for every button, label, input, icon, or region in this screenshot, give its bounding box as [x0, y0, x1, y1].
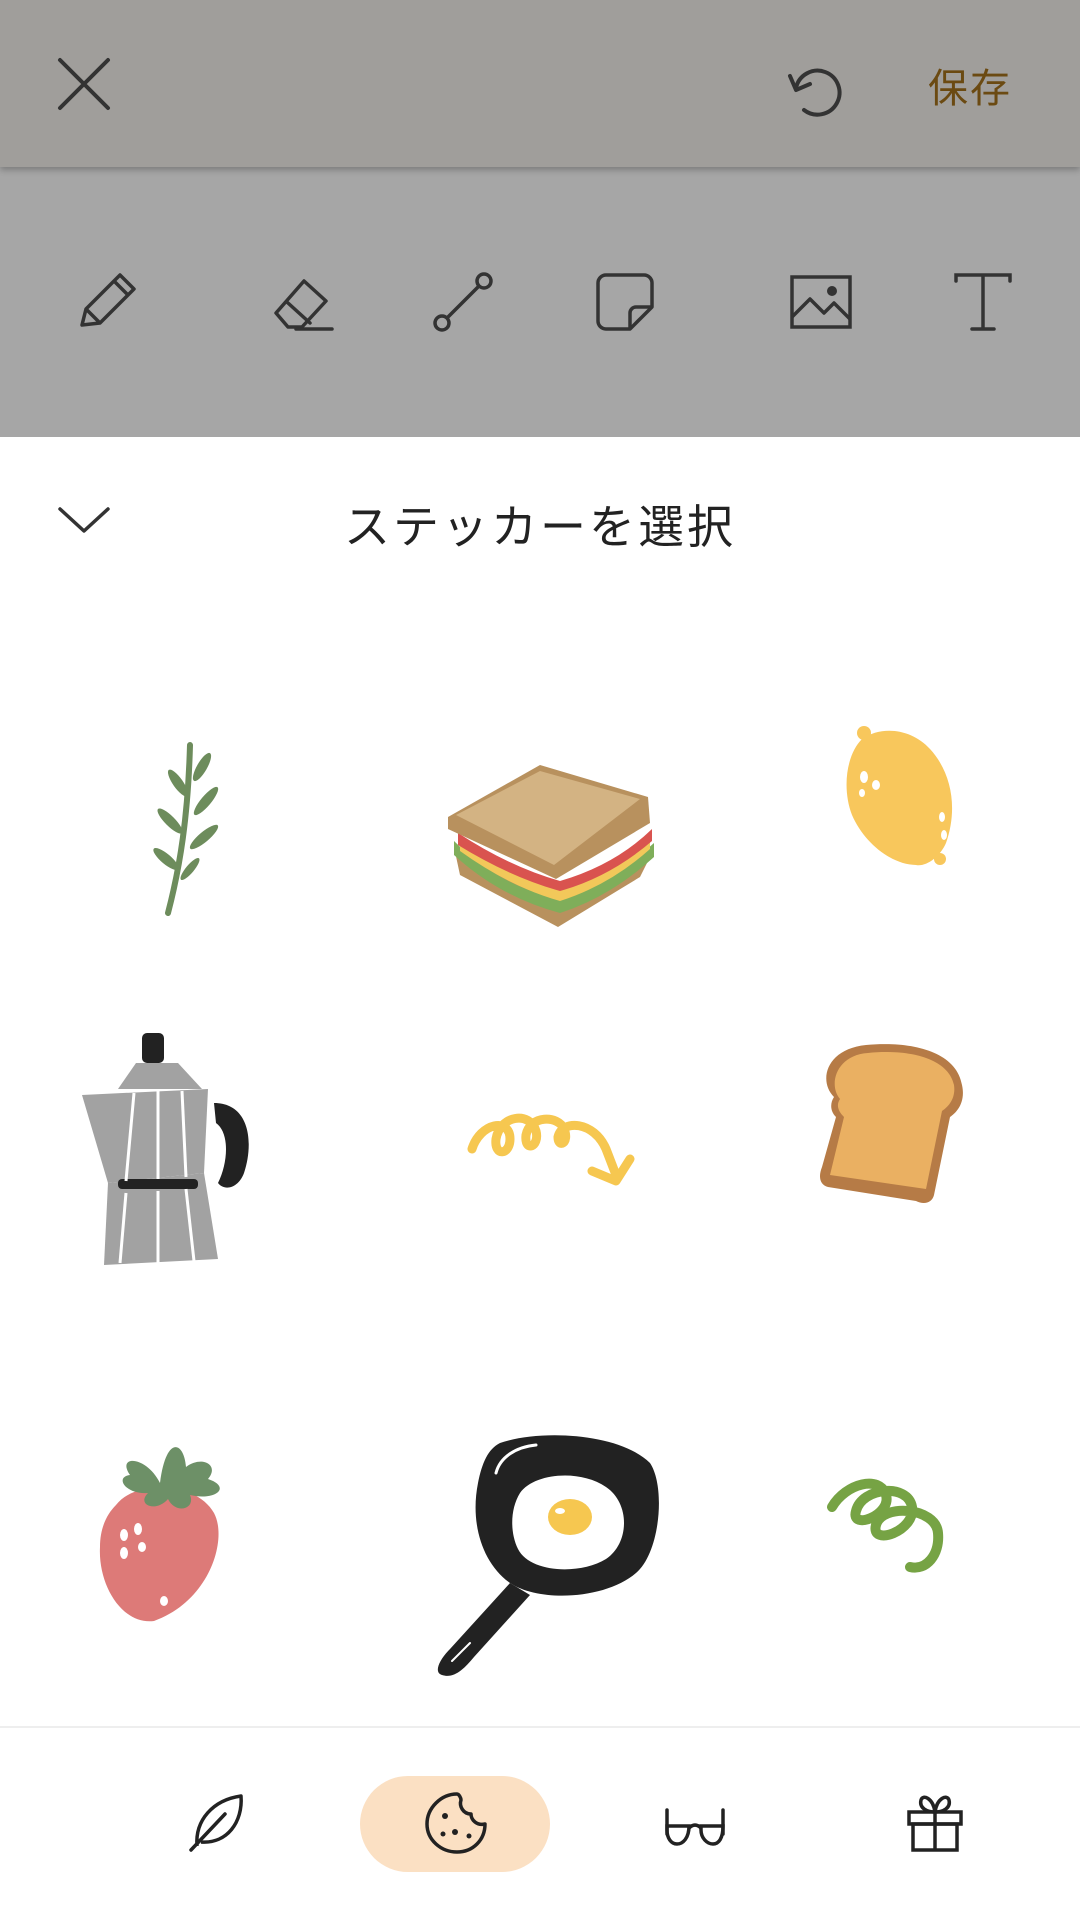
eraser-icon[interactable]: [266, 267, 336, 337]
undo-icon[interactable]: [782, 58, 850, 126]
sticker-category-tabs: [0, 1726, 1080, 1920]
strawberry-sticker[interactable]: [96, 1435, 236, 1629]
rosemary-sprig-sticker[interactable]: [140, 737, 240, 921]
sticker-sheet: ステッカーを選択: [0, 437, 1080, 1920]
save-button[interactable]: 保存: [928, 56, 1012, 114]
tab-leaf[interactable]: [122, 1776, 312, 1872]
sheet-title: ステッカーを選択: [344, 500, 736, 554]
lemon-sticker[interactable]: [842, 719, 962, 873]
tab-cookie[interactable]: [360, 1776, 550, 1872]
tab-gift[interactable]: [840, 1776, 1030, 1872]
text-icon[interactable]: [948, 267, 1018, 337]
image-icon[interactable]: [786, 267, 856, 337]
toast-slice-sticker[interactable]: [816, 1041, 966, 1209]
close-icon[interactable]: [52, 52, 116, 116]
line-icon[interactable]: [428, 267, 498, 337]
top-bar: 保存: [0, 0, 1080, 167]
green-squiggle-sticker[interactable]: [826, 1471, 956, 1595]
leaf-icon: [185, 1790, 249, 1858]
sticker-picker-screen: 保存 ステッカーを選択: [0, 0, 1080, 1920]
yellow-squiggle-arrow-sticker[interactable]: [466, 1109, 636, 1213]
tool-bar: [0, 167, 1080, 437]
pencil-icon[interactable]: [72, 267, 142, 337]
gift-icon: [903, 1790, 967, 1858]
cookie-icon: [423, 1790, 487, 1858]
fried-egg-pan-sticker[interactable]: [430, 1433, 660, 1681]
glasses-icon: [663, 1790, 727, 1858]
moka-pot-sticker[interactable]: [78, 1033, 258, 1277]
sandwich-sticker[interactable]: [440, 757, 660, 931]
sticker-note-icon[interactable]: [590, 267, 660, 337]
tab-glasses[interactable]: [600, 1776, 790, 1872]
